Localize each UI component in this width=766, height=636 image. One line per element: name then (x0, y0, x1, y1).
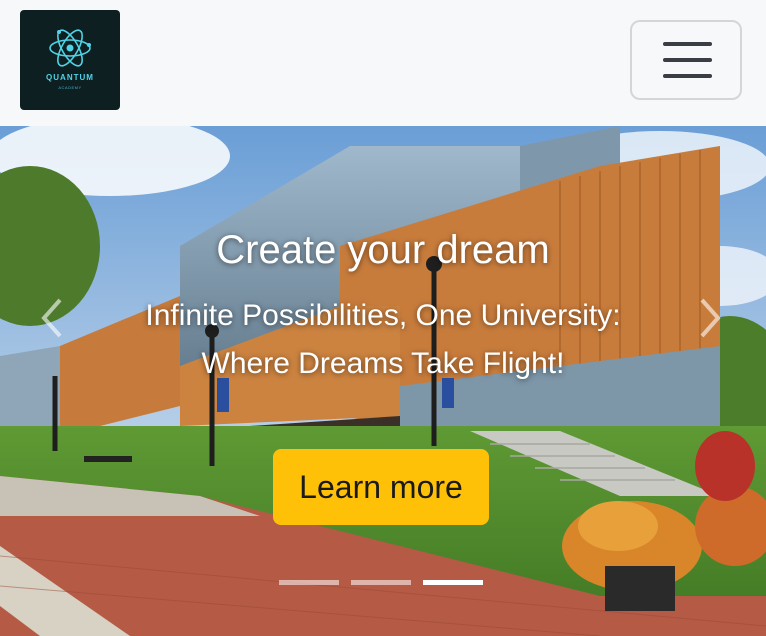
brand-tagline: ACADEMY (58, 85, 82, 90)
hero-subtitle-line-2: Where Dreams Take Flight! (201, 347, 565, 380)
hero-carousel: Create your dream Infinite Possibilities… (0, 126, 766, 636)
chevron-left-icon (41, 298, 62, 338)
hero-subtitle: Infinite Possibilities, One University: … (0, 292, 766, 388)
brand-name: QUANTUM (46, 73, 94, 82)
brand-logo[interactable]: QUANTUM ACADEMY (20, 10, 120, 110)
carousel-indicator-2[interactable] (351, 580, 411, 585)
carousel-next-button[interactable] (690, 296, 730, 340)
learn-more-button[interactable]: Learn more (273, 449, 489, 525)
hero-subtitle-line-1: Infinite Possibilities, One University: (145, 299, 621, 332)
navbar: QUANTUM ACADEMY (0, 0, 766, 126)
hero-title: Create your dream (216, 228, 550, 272)
carousel-indicator-3[interactable] (423, 580, 483, 585)
hamburger-bar (663, 42, 712, 46)
hamburger-bar (663, 74, 712, 78)
menu-toggle-button[interactable] (630, 20, 742, 100)
carousel-prev-button[interactable] (34, 296, 74, 340)
carousel-indicator-1[interactable] (279, 580, 339, 585)
atom-icon (49, 29, 91, 67)
chevron-right-icon (700, 298, 721, 338)
hamburger-bar (663, 58, 712, 62)
